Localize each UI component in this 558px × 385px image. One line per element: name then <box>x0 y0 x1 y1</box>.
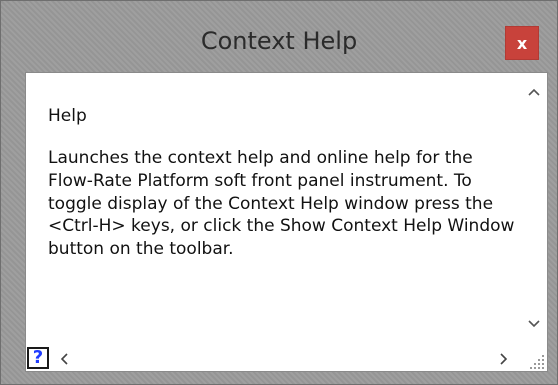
question-mark-icon: ? <box>32 347 44 368</box>
chevron-left-icon <box>60 353 68 365</box>
scroll-up-button[interactable] <box>521 79 547 105</box>
scroll-left-button[interactable] <box>54 347 74 371</box>
close-button[interactable]: x <box>505 26 539 60</box>
help-heading: Help <box>48 106 87 126</box>
resize-grip-icon[interactable] <box>530 355 544 369</box>
bottom-bar: ? <box>26 347 547 371</box>
scroll-down-button[interactable] <box>521 311 547 337</box>
show-help-button[interactable]: ? <box>27 347 49 369</box>
window-title: Context Help <box>200 27 358 55</box>
chevron-down-icon <box>528 320 540 328</box>
chevron-right-icon <box>500 353 508 365</box>
close-icon: x <box>516 33 528 53</box>
context-help-window: Context Help x Help Launches the context… <box>0 0 558 385</box>
help-description: Launches the context help and online hel… <box>48 148 515 260</box>
vertical-scrollbar[interactable] <box>521 73 547 347</box>
scroll-right-button[interactable] <box>494 347 514 371</box>
help-content-pane: Help Launches the context help and onlin… <box>25 72 548 372</box>
chevron-up-icon <box>528 88 540 96</box>
help-text-area: Help Launches the context help and onlin… <box>48 101 518 261</box>
